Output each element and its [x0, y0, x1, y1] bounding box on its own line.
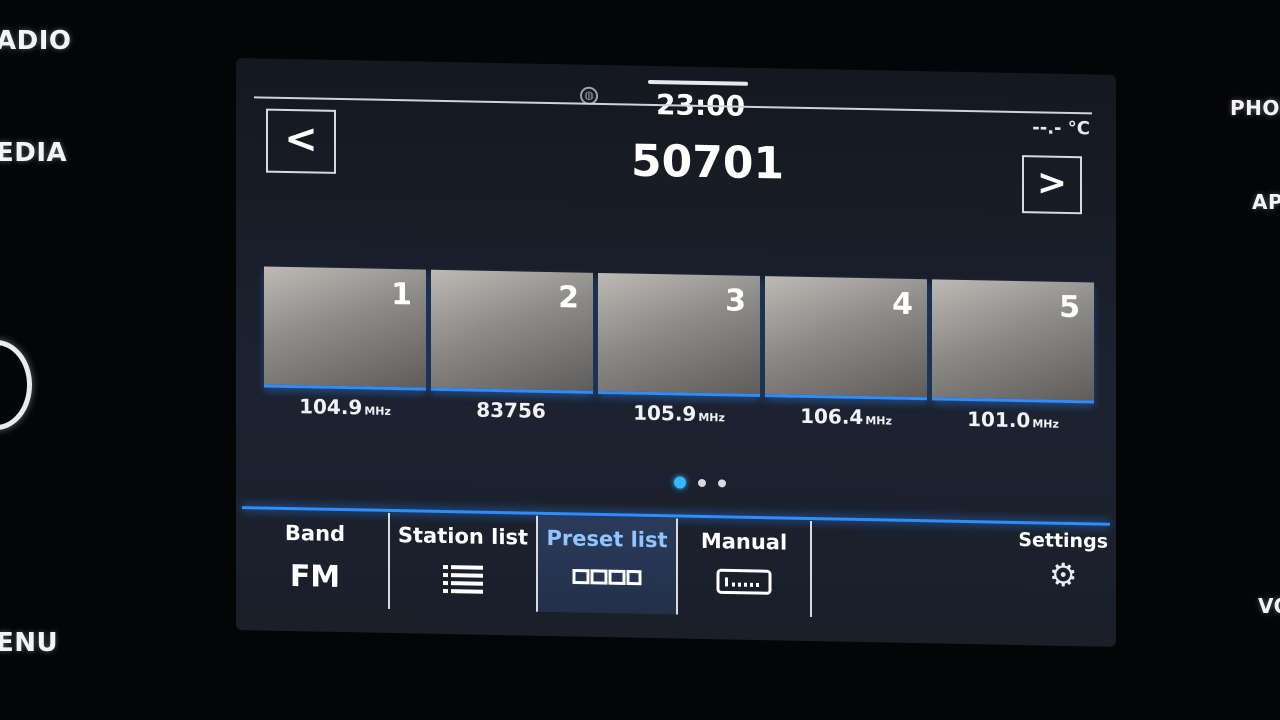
preset-number: 5: [1059, 289, 1080, 326]
status-bar-handle[interactable]: [648, 79, 748, 86]
band-value: FM: [289, 559, 341, 596]
previous-station-button[interactable]: <: [266, 108, 336, 174]
preset-tile[interactable]: 4: [765, 276, 927, 401]
preset-tile[interactable]: 2: [431, 269, 593, 394]
preset-1[interactable]: 1 104.9 MHz: [264, 266, 426, 419]
radio-screen: ◍ 23:00 --.- °C < 50701 > 1 104.9MHz 2 8…: [236, 58, 1116, 647]
chevron-left-icon: <: [284, 115, 318, 163]
preset-number: 4: [892, 286, 913, 322]
preset-tile[interactable]: 1: [264, 266, 426, 391]
hw-voice-button[interactable]: VO: [1258, 594, 1280, 618]
hw-radio-button[interactable]: ADIO: [0, 26, 71, 56]
settings-button[interactable]: Settings ⚙: [1018, 529, 1108, 595]
preset-frequency: 106.4 MHz: [800, 403, 892, 430]
current-frequency: 50701: [631, 135, 785, 190]
page-dot[interactable]: [698, 478, 706, 488]
preset-frequency: 104.9 MHz: [299, 394, 391, 420]
preset-list: 1 104.9 MHz 2 83756 3 105.9 MHz 4 106.4 MHz…: [264, 266, 1094, 432]
tab-station-list[interactable]: Station list: [390, 512, 538, 612]
preset-number: 1: [391, 276, 412, 313]
page-dot-active[interactable]: [674, 476, 686, 489]
settings-label: Settings: [1018, 529, 1108, 553]
tab-label: Manual: [700, 528, 788, 555]
preset-number: 3: [725, 283, 746, 319]
list-icon: [390, 561, 536, 596]
volume-knob[interactable]: [0, 340, 32, 430]
manual-tuner-icon: [678, 566, 810, 597]
preset-5[interactable]: 5 101.0 MHz: [932, 279, 1094, 432]
page-indicator[interactable]: [674, 476, 726, 489]
preset-frequency: 101.0 MHz: [967, 407, 1059, 433]
tab-label: Preset list: [546, 525, 668, 553]
tab-band[interactable]: Band FM: [242, 510, 390, 609]
preset-tile[interactable]: 5: [932, 279, 1094, 404]
temperature: --.- °C: [1032, 117, 1090, 140]
tab-label: Band: [284, 520, 346, 547]
tab-label: Station list: [397, 523, 529, 550]
page-dot[interactable]: [718, 479, 726, 488]
chevron-right-icon: >: [1036, 162, 1068, 204]
preset-list-icon: [538, 564, 676, 591]
function-tab-bar: Band FM Station list Preset list Manual: [242, 510, 812, 618]
preset-frequency: 105.9 MHz: [633, 400, 725, 426]
tab-manual[interactable]: Manual: [678, 518, 812, 618]
hw-apps-button[interactable]: AP: [1252, 190, 1280, 214]
hw-media-button[interactable]: EDIA: [0, 138, 67, 168]
hw-menu-button[interactable]: ENU: [0, 628, 58, 658]
tab-preset-list[interactable]: Preset list: [538, 515, 678, 615]
gear-icon: ⚙: [1048, 555, 1078, 595]
preset-3[interactable]: 3 105.9 MHz: [598, 272, 760, 426]
preset-4[interactable]: 4 106.4 MHz: [765, 276, 927, 429]
preset-number: 2: [558, 280, 579, 316]
preset-tile[interactable]: 3: [598, 272, 760, 398]
hw-phone-button[interactable]: PHON: [1230, 96, 1280, 120]
preset-2[interactable]: 2 83756: [431, 269, 593, 423]
preset-frequency: 83756: [476, 397, 546, 423]
next-station-button[interactable]: >: [1022, 155, 1082, 215]
